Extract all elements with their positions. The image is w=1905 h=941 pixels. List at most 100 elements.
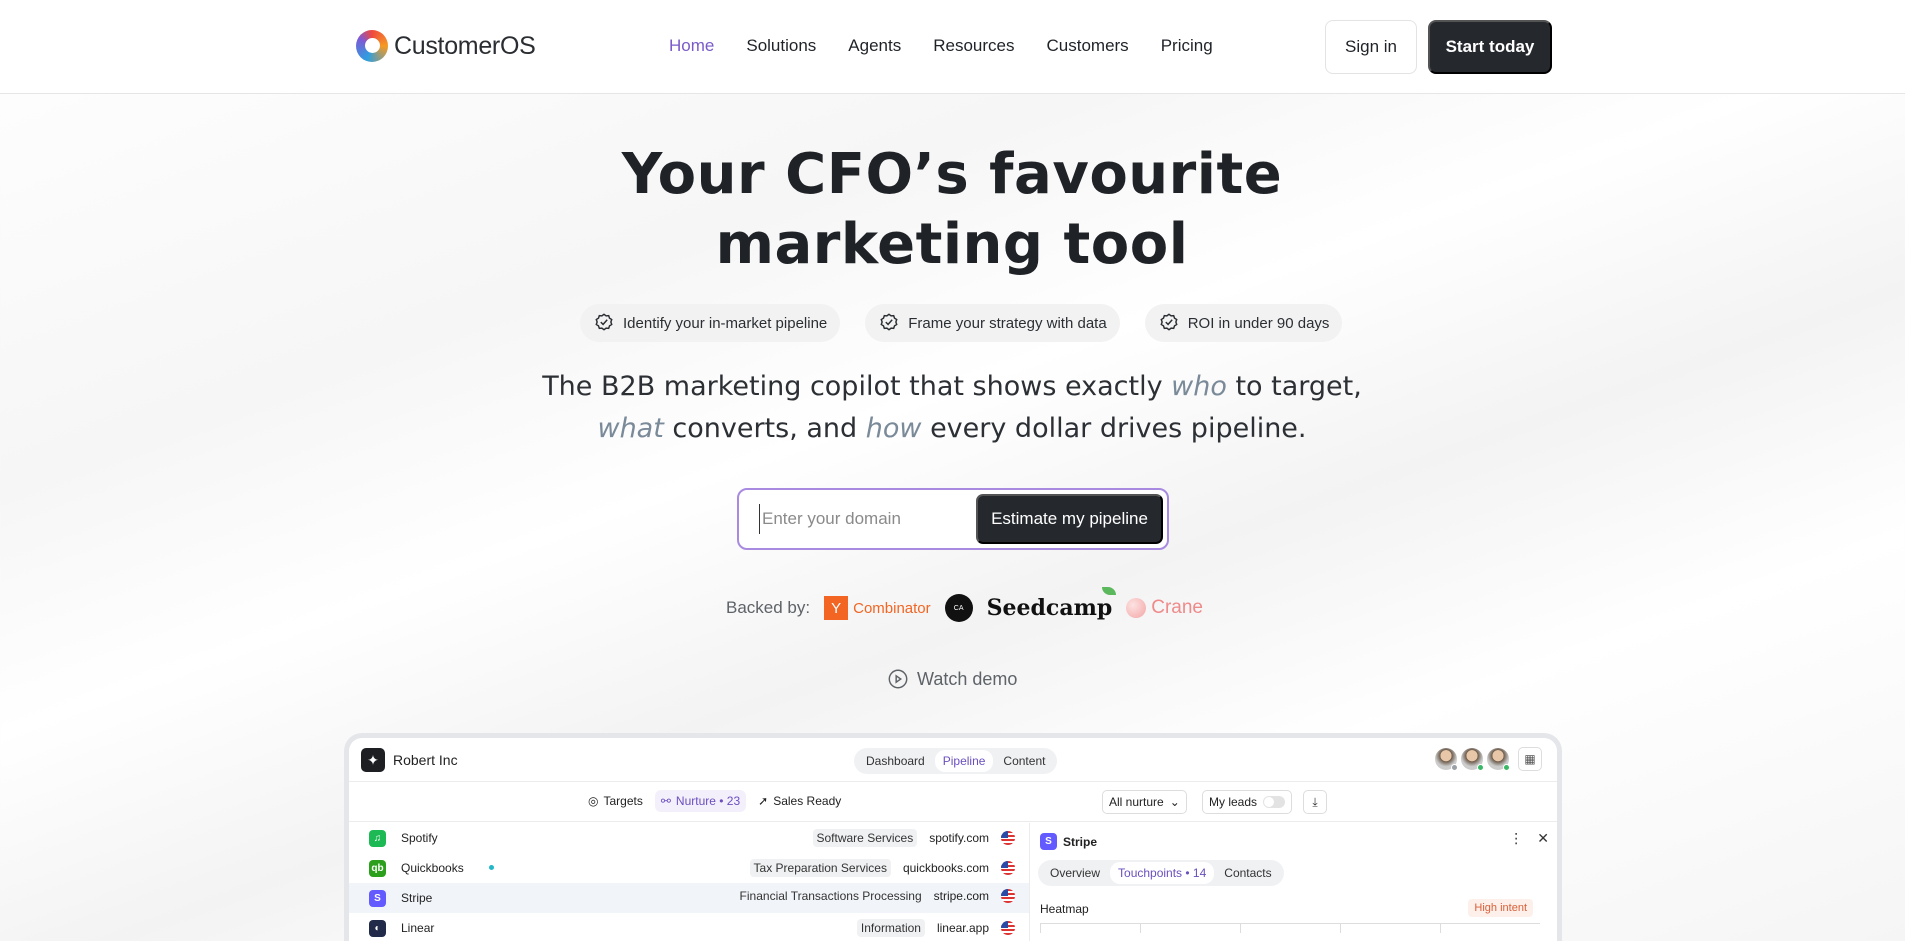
tab-contacts[interactable]: Contacts (1216, 862, 1279, 884)
company-domain: spotify.com (929, 831, 989, 845)
nav-link-solutions[interactable]: Solutions (746, 36, 816, 56)
avatar[interactable] (1461, 748, 1484, 771)
detail-actions: ⋮ ✕ (1509, 831, 1549, 847)
table-row[interactable]: ♫ Spotify Software Services spotify.com (349, 823, 1029, 853)
us-flag-icon (1001, 831, 1015, 845)
table-row[interactable]: S Stripe Financial Transactions Processi… (349, 883, 1029, 913)
stage-targets[interactable]: ◎ Targets (582, 790, 649, 812)
tab-overview[interactable]: Overview (1042, 862, 1108, 884)
nurture-icon: ⚯ (660, 794, 671, 808)
company-name: Quickbooks (401, 861, 464, 875)
quickbooks-logo-icon: qb (369, 860, 386, 877)
table-row[interactable]: ◐ Linear Information linear.app (349, 913, 1029, 941)
stage-label: Nurture • 23 (675, 794, 741, 808)
subtitle-how: how (865, 413, 922, 444)
us-flag-icon (1001, 921, 1015, 935)
subtitle-what: what (597, 413, 664, 444)
stage-nurture[interactable]: ⚯ Nurture • 23 (654, 790, 747, 812)
leaf-icon (1102, 587, 1117, 595)
tab-pipeline[interactable]: Pipeline (934, 750, 994, 772)
heatmap-column (1440, 924, 1540, 933)
close-icon[interactable]: ✕ (1537, 831, 1549, 847)
select-value: All nurture (1109, 795, 1164, 809)
hero-title: Your CFO’s favourite marketing tool (552, 140, 1352, 280)
company-domain: quickbooks.com (902, 861, 989, 875)
nav-links: Home Solutions Agents Resources Customer… (669, 36, 1213, 56)
subtitle-text: The B2B marketing copilot that shows exa… (542, 371, 1172, 402)
backed-by-label: Backed by: (726, 598, 811, 617)
detail-header: S Stripe (1040, 833, 1097, 850)
avatar[interactable] (1435, 748, 1458, 771)
my-leads-toggle[interactable]: My leads (1202, 790, 1293, 814)
stage-sales-ready[interactable]: ➚ Sales Ready (752, 790, 847, 812)
company-detail-panel: S Stripe ⋮ ✕ Overview Touchpoints • 14 C… (1029, 823, 1557, 941)
industry-tag: Software Services (812, 829, 918, 847)
badge-check-icon (880, 313, 898, 331)
company-name: Stripe (401, 891, 433, 905)
avatar[interactable] (1487, 748, 1510, 771)
org-switcher[interactable]: ✦ Robert Inc (361, 748, 458, 772)
status-dot (1503, 764, 1510, 771)
badge-check-icon (595, 313, 613, 331)
feature-pill: Frame your strategy with data (865, 304, 1120, 342)
more-vertical-icon[interactable]: ⋮ (1509, 831, 1523, 847)
nav-link-customers[interactable]: Customers (1047, 36, 1129, 56)
stage-label: Sales Ready (773, 794, 842, 808)
tab-content[interactable]: Content (995, 750, 1053, 772)
tab-dashboard[interactable]: Dashboard (858, 750, 933, 772)
badge-check-icon (1160, 313, 1178, 331)
table-row[interactable]: qb Quickbooks Tax Preparation Services q… (349, 853, 1029, 883)
linear-logo-icon: ◐ (369, 920, 386, 937)
subtitle-text: every dollar drives pipeline. (921, 413, 1307, 444)
company-meta: Software Services spotify.com (812, 829, 1015, 847)
company-name: Spotify (401, 831, 438, 845)
feature-pill: Identify your in-market pipeline (580, 304, 841, 342)
nav-link-agents[interactable]: Agents (848, 36, 901, 56)
crane-text: Crane (1151, 597, 1203, 618)
chevron-down-icon: ⌄ (1169, 795, 1180, 809)
detail-company-name: Stripe (1063, 834, 1098, 849)
subtitle-who: who (1171, 371, 1227, 402)
nav-link-resources[interactable]: Resources (933, 36, 1014, 56)
intent-badge: High intent (1468, 899, 1533, 917)
company-meta: Financial Transactions Processing stripe… (740, 889, 1015, 903)
feature-pill-label: ROI in under 90 days (1187, 314, 1330, 332)
domain-input[interactable] (759, 504, 979, 534)
tab-touchpoints[interactable]: Touchpoints • 14 (1110, 862, 1215, 884)
industry-tag: Tax Preparation Services (749, 859, 891, 877)
target-icon: ◎ (588, 794, 599, 808)
crane-logo: Crane (1126, 597, 1203, 619)
stripe-logo-icon: S (1040, 833, 1057, 850)
heatmap-title: Heatmap (1040, 902, 1089, 916)
us-flag-icon (1001, 861, 1015, 875)
nav-link-home[interactable]: Home (669, 36, 714, 56)
company-domain: linear.app (936, 921, 989, 935)
stage-tabs: ◎ Targets ⚯ Nurture • 23 ➚ Sales Ready (582, 790, 847, 812)
logo-mark-icon (356, 30, 388, 62)
heatmap-column (1340, 924, 1440, 933)
brand-logo[interactable]: CustomerOS (356, 30, 536, 62)
watch-demo-link[interactable]: Watch demo (887, 668, 1017, 690)
nurture-filter-select[interactable]: All nurture ⌄ (1102, 790, 1187, 814)
brand-name: CustomerOS (394, 31, 536, 60)
sign-in-button[interactable]: Sign in (1325, 20, 1417, 74)
download-icon[interactable]: ⤓ (1303, 790, 1327, 814)
subtitle-text: to target, (1226, 371, 1362, 402)
top-navigation: CustomerOS Home Solutions Agents Resourc… (0, 0, 1905, 94)
nav-link-pricing[interactable]: Pricing (1161, 36, 1213, 56)
start-today-button[interactable]: Start today (1428, 20, 1552, 74)
toggle-switch[interactable] (1263, 796, 1286, 808)
rocket-icon: ➚ (758, 794, 769, 808)
company-meta: Information linear.app (856, 919, 1015, 937)
feature-pill: ROI in under 90 days (1144, 304, 1343, 342)
stripe-logo-icon: S (369, 890, 386, 907)
estimate-pipeline-button[interactable]: Estimate my pipeline (976, 494, 1163, 544)
org-name: Robert Inc (393, 752, 458, 768)
heatmap-column (1240, 924, 1340, 933)
building-icon[interactable]: ▦ (1518, 747, 1542, 771)
stage-label: Targets (603, 794, 643, 808)
feature-pill-label: Frame your strategy with data (908, 314, 1107, 332)
hero-title-line-2: marketing tool (715, 212, 1189, 277)
heatmap-column (1040, 924, 1140, 933)
seedcamp-text: Seedcamp (986, 595, 1113, 621)
